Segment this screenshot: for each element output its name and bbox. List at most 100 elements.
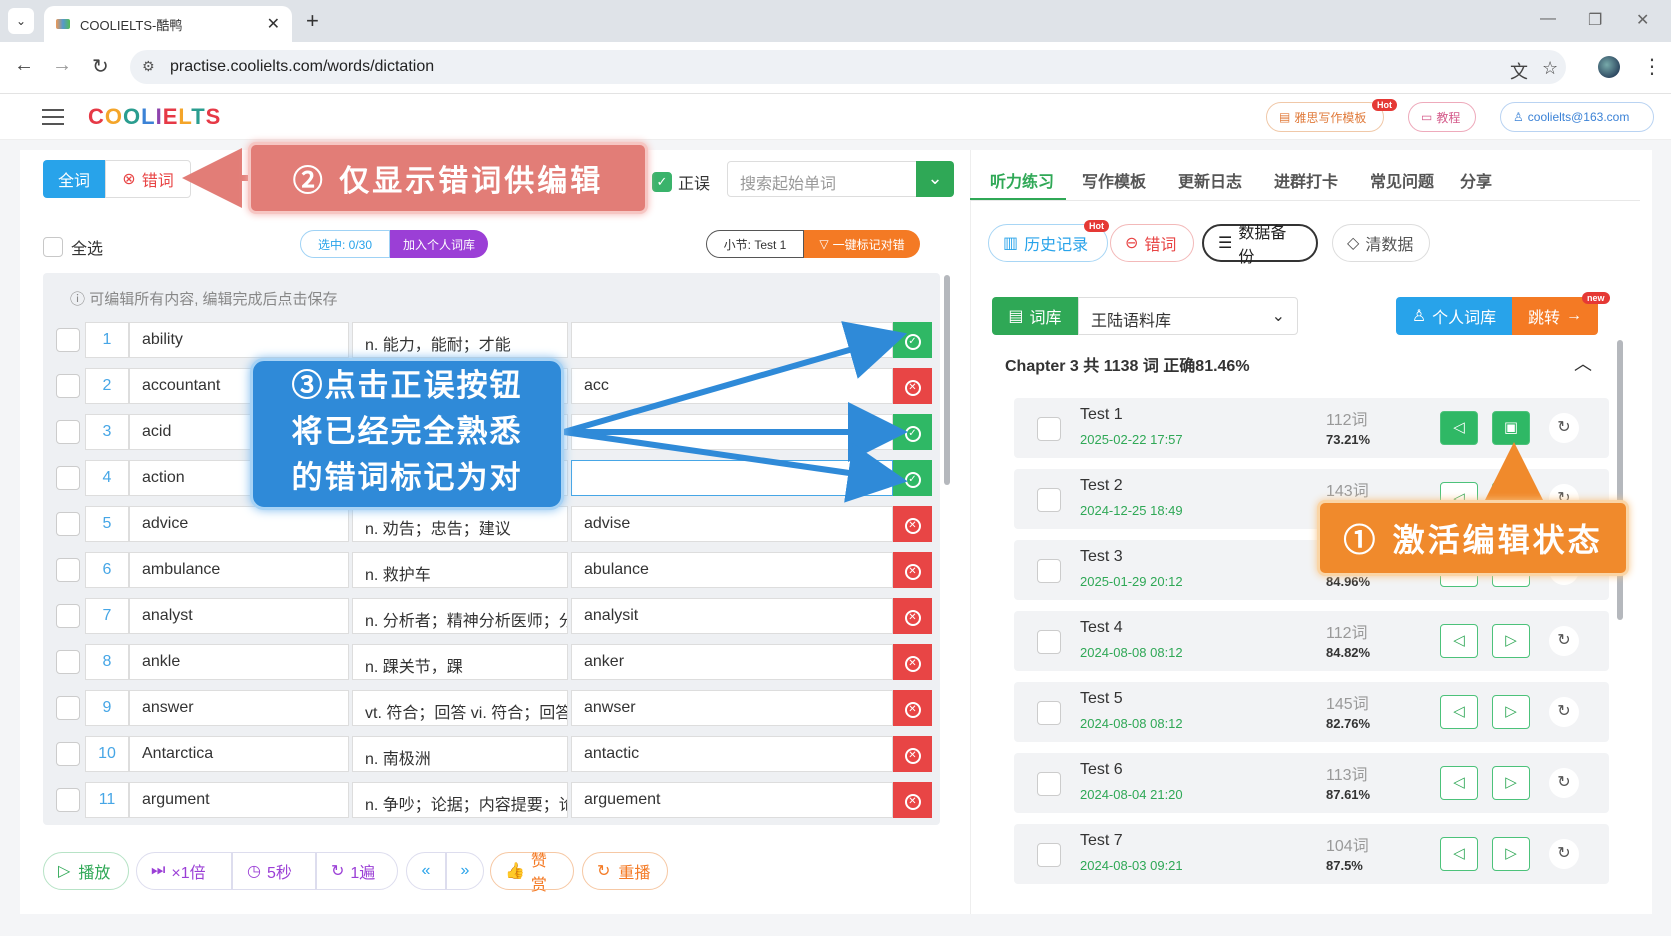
tutorial-button[interactable]: ▭ 教程 [1408, 102, 1476, 132]
tab-5[interactable]: 常见问题 [1370, 168, 1434, 192]
word-field[interactable]: answer [129, 690, 349, 726]
meaning-field[interactable]: n. 能力，能耐；才能 [352, 322, 568, 358]
meaning-field[interactable]: n. 南极洲 [352, 736, 568, 772]
reset-button[interactable]: ↻ [1549, 413, 1579, 443]
speaker-button[interactable]: ◁ [1440, 624, 1478, 658]
word-field[interactable]: Antarctica [129, 736, 349, 772]
edit-button[interactable]: ▷ [1492, 837, 1530, 871]
speed-button[interactable]: ⏭ ×1倍 [136, 852, 232, 890]
wrong-toggle-button[interactable]: ✕ [893, 690, 932, 726]
bookmark-star-icon[interactable]: ☆ [1542, 58, 1558, 79]
unit-list-scrollbar[interactable] [1617, 340, 1623, 620]
close-window-icon[interactable]: ✕ [1636, 10, 1649, 30]
next-button[interactable]: » [446, 852, 484, 890]
clear-data-button[interactable]: ◇ 清数据 [1332, 224, 1430, 262]
row-checkbox[interactable] [56, 558, 80, 582]
hamburger-menu-icon[interactable] [42, 109, 64, 125]
unit-checkbox[interactable] [1037, 843, 1061, 867]
speaker-button[interactable]: ◁ [1440, 695, 1478, 729]
right-wrong-checkbox[interactable]: ✓ [652, 172, 672, 192]
reset-button[interactable]: ↻ [1549, 768, 1579, 798]
word-field[interactable]: argument [129, 782, 349, 818]
maximize-icon[interactable]: ❐ [1588, 10, 1602, 30]
repeat-button[interactable]: ↻ 1遍 [316, 852, 398, 890]
browser-tab[interactable]: COOLIELTS-酷鸭 ✕ [44, 6, 292, 42]
logo[interactable]: COOLIELTS [88, 104, 221, 130]
row-checkbox[interactable] [56, 696, 80, 720]
collapse-chevron-icon[interactable]: ︿ [1574, 350, 1592, 376]
close-tab-icon[interactable]: ✕ [267, 14, 280, 34]
edit-button[interactable]: ▷ [1492, 624, 1530, 658]
word-field[interactable]: ambulance [129, 552, 349, 588]
reset-button[interactable]: ↻ [1549, 839, 1579, 869]
unit-checkbox[interactable] [1037, 488, 1061, 512]
row-checkbox[interactable] [56, 466, 80, 490]
answer-field[interactable] [571, 322, 893, 358]
tab-3[interactable]: 更新日志 [1178, 168, 1242, 192]
browser-menu-icon[interactable]: ⋮ [1642, 54, 1662, 79]
wrong-toggle-button[interactable]: ✕ [893, 506, 932, 542]
reload-icon[interactable]: ↻ [92, 54, 109, 79]
tab-1[interactable]: 听力练习 [990, 168, 1054, 192]
answer-field[interactable]: anker [571, 644, 893, 680]
mark-all-button[interactable]: ▽ 一键标记对错 [804, 230, 920, 258]
wrong-toggle-button[interactable]: ✕ [893, 782, 932, 818]
select-all-checkbox[interactable] [43, 237, 63, 257]
meaning-field[interactable]: n. 分析者；精神分析医师；分 [352, 598, 568, 634]
edit-button[interactable]: ▷ [1492, 766, 1530, 800]
row-checkbox[interactable] [56, 420, 80, 444]
reward-button[interactable]: 👍 赞赏 [490, 852, 574, 894]
replay-button[interactable]: ↻ 重播 [582, 852, 668, 890]
word-field[interactable]: analyst [129, 598, 349, 634]
meaning-field[interactable]: n. 救护车 [352, 552, 568, 588]
unit-item[interactable]: Test 5 2024-08-08 08:12 145词 82.76% ◁ ▷ ↻ [1014, 682, 1609, 742]
wrong-toggle-button[interactable]: ✕ [893, 552, 932, 588]
answer-field[interactable]: antactic [571, 736, 893, 772]
wrong-toggle-button[interactable]: ✕ [893, 736, 932, 772]
reset-button[interactable]: ↻ [1549, 697, 1579, 727]
row-checkbox[interactable] [56, 328, 80, 352]
tab-2[interactable]: 写作模板 [1082, 168, 1146, 192]
speaker-button[interactable]: ◁ [1440, 411, 1478, 445]
translate-icon[interactable]: 文 [1510, 58, 1528, 84]
wrong-words-side-button[interactable]: ⊖ 错词 [1110, 224, 1194, 262]
play-button[interactable]: ▷ 播放 [43, 852, 129, 890]
wrong-toggle-button[interactable]: ✕ [893, 368, 932, 404]
row-checkbox[interactable] [56, 374, 80, 398]
answer-field[interactable]: abulance [571, 552, 893, 588]
unit-checkbox[interactable] [1037, 630, 1061, 654]
correct-toggle-button[interactable]: ✓ [893, 322, 932, 358]
new-tab-button[interactable]: + [306, 8, 319, 34]
backup-button[interactable]: ☰ 数据备份 [1202, 224, 1318, 266]
add-personal-library-button[interactable]: 加入个人词库 [390, 230, 488, 258]
right-wrong-toggle[interactable]: ✓ 正误 [652, 170, 710, 194]
unit-checkbox[interactable] [1037, 772, 1061, 796]
search-dropdown-button[interactable]: ⌄ [916, 161, 954, 197]
unit-item[interactable]: Test 7 2024-08-03 09:21 104词 87.5% ◁ ▷ ↻ [1014, 824, 1609, 884]
word-field[interactable]: ankle [129, 644, 349, 680]
meaning-field[interactable]: n. 踝关节，踝 [352, 644, 568, 680]
tab-search-button[interactable]: ⌄ [8, 8, 34, 34]
meaning-field[interactable]: vt. 符合；回答 vi. 符合；回答 [352, 690, 568, 726]
answer-field[interactable]: anwser [571, 690, 893, 726]
answer-field[interactable]: acc [571, 368, 893, 404]
interval-button[interactable]: ◷ 5秒 [232, 852, 316, 890]
library-select[interactable]: 王陆语料库 ⌄ [1078, 297, 1298, 335]
select-all-control[interactable]: 全选 [43, 235, 103, 259]
tab-6[interactable]: 分享 [1460, 168, 1492, 192]
row-checkbox[interactable] [56, 650, 80, 674]
user-email-button[interactable]: ♙ coolielts@163.com [1500, 102, 1654, 132]
meaning-field[interactable]: n. 劝告；忠告；建议 [352, 506, 568, 542]
answer-field[interactable]: advise [571, 506, 893, 542]
speaker-button[interactable]: ◁ [1440, 837, 1478, 871]
wrong-toggle-button[interactable]: ✕ [893, 598, 932, 634]
start-word-search-input[interactable]: 搜索起始单词 [727, 161, 917, 197]
unit-item[interactable]: Test 4 2024-08-08 08:12 112词 84.82% ◁ ▷ ↻ [1014, 611, 1609, 671]
writing-template-button[interactable]: ▤ 雅思写作模板 [1266, 102, 1384, 132]
unit-checkbox[interactable] [1037, 701, 1061, 725]
word-field[interactable]: ability [129, 322, 349, 358]
edit-button[interactable]: ▷ [1492, 695, 1530, 729]
minimize-icon[interactable]: — [1540, 10, 1556, 28]
unit-checkbox[interactable] [1037, 417, 1061, 441]
answer-field[interactable] [571, 460, 893, 496]
